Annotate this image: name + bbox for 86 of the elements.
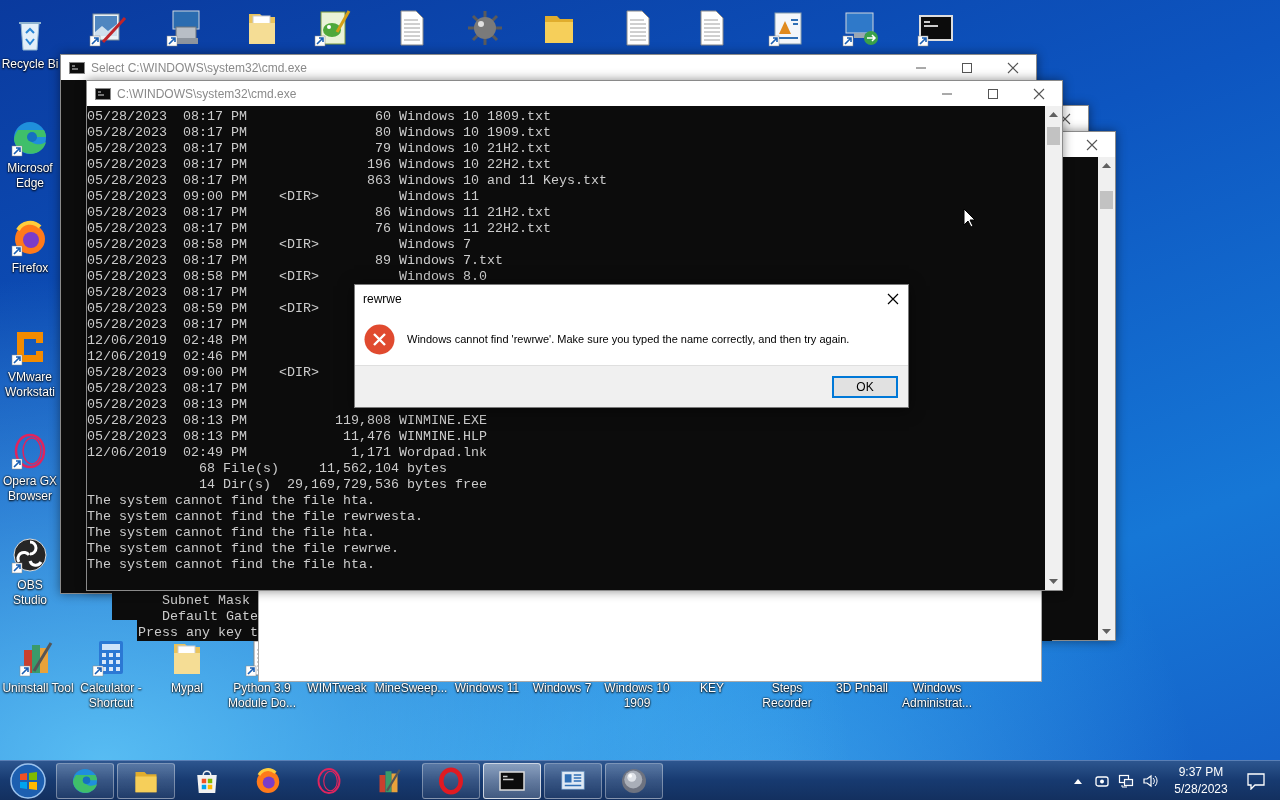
console-line: 05/28/2023 08:17 PM 89 Windows 7.txt [87,253,503,269]
icon-label[interactable]: 3D Pnball [836,681,888,696]
icon-label[interactable]: Calculator - Shortcut [73,681,149,711]
close-icon[interactable] [887,293,899,305]
console-line: 05/28/2023 08:17 PM 60 Windows 10 1809.txt [87,109,551,125]
opera-icon [436,765,466,796]
icon-label[interactable]: Mypal [171,681,203,696]
icon-label[interactable]: Windows 11 [454,681,520,696]
taskbar-button[interactable] [483,762,541,799]
console-line: 12/06/2019 02:49 PM 1,171 Wordpad.lnk [87,445,487,461]
console-line: 05/28/2023 08:58 PM <DIR> Windows 8.0 [87,269,487,285]
scroll-up-arrow-icon[interactable] [1049,111,1058,117]
maximize-icon[interactable] [961,61,973,74]
console-line: 05/28/2023 08:17 PM 76 Windows 11 22H2.txt [87,221,551,237]
icon-label[interactable]: Opera GX Browser [0,474,60,504]
scroll-up-arrow-icon[interactable] [1102,162,1111,168]
console-line: 05/28/2023 08:13 PM [87,397,247,413]
taskbar-button[interactable] [544,762,602,799]
maximize-icon[interactable] [987,87,999,100]
icon-label[interactable]: WIMTweak [307,681,367,696]
ok-button[interactable]: OK [832,375,898,398]
console-line: 05/28/2023 08:17 PM 79 Windows 10 21H2.txt [87,141,551,157]
console-line: The system cannot find the file rewrwesta. [87,509,423,525]
icon-label[interactable]: Python 3.9 Module Do... [224,681,300,711]
console-line: 05/28/2023 08:17 PM [87,285,247,301]
icon-label[interactable]: Microsof Edge [0,161,60,191]
console-icon [95,87,111,100]
console-line: 05/28/2023 08:17 PM 863 Windows 10 and 11 Keys.txt [87,173,607,189]
taskbar-button[interactable] [117,762,175,799]
console-line: 05/28/2023 08:17 PM 86 Windows 11 21H2.txt [87,205,551,221]
mouse-pointer-icon [963,208,976,228]
icon-label[interactable]: OBS Studio [0,578,60,608]
window-title: C:\WINDOWS\system32\cmd.exe [117,86,298,101]
console-line: The system cannot find the file rewrwe. [87,541,399,557]
console-line: 05/28/2023 08:17 PM [87,381,247,397]
close-icon[interactable] [1007,61,1019,74]
console-icon [69,61,85,74]
console-line: 05/28/2023 08:13 PM 119,808 WINMINE.EXE [87,413,487,429]
console-line: Press any key t [138,625,258,641]
console-line: The system cannot find the file hta. [87,557,375,573]
obs-icon[interactable] [10,535,50,575]
scrollbar-thumb[interactable] [1047,127,1060,145]
icon-label[interactable]: Windows Administrat... [899,681,975,711]
console-line: 14 Dir(s) 29,169,729,536 bytes free [197,477,487,493]
volume-icon[interactable] [1142,772,1158,789]
icon-label[interactable]: Firefox [11,261,49,276]
close-icon[interactable] [1033,87,1045,100]
console-line: 05/28/2023 09:00 PM <DIR> Windows 11 [87,189,479,205]
console-line: 05/28/2023 08:58 PM <DIR> Windows 7 [87,237,471,253]
icon-label[interactable]: Steps Recorder [749,681,825,711]
console-line: 05/28/2023 09:00 PM <DIR> [87,365,319,381]
dialog-title: rewrwe [363,292,403,306]
console-line: 05/28/2023 08:17 PM 80 Windows 10 1909.txt [87,125,551,141]
icon-label[interactable]: VMware Workstati [0,370,60,400]
console-line: 05/28/2023 08:17 PM 196 Windows 10 22H2.txt [87,157,551,173]
icon-label[interactable]: Windows 10 1909 [599,681,675,711]
icon-label[interactable]: Recycle Bi [1,57,59,72]
console-line: 68 File(s) 11,562,104 bytes [197,461,447,477]
notepad-icon[interactable] [313,8,353,48]
icon-label[interactable]: Windows 7 [532,681,592,696]
start-button[interactable] [7,761,49,800]
mine-icon[interactable] [465,8,505,48]
console-line: 05/28/2023 08:17 PM [87,317,247,333]
console-line: The system cannot find the file hta. [87,525,375,541]
console-line: 05/28/2023 08:59 PM <DIR> [87,301,319,317]
console-line: Default Gate [161,609,258,625]
console-line: Subnet Mask [161,593,250,609]
console-line: 12/06/2019 02:46 PM [87,349,247,365]
scroll-down-arrow-icon[interactable] [1049,579,1058,585]
clock-date[interactable]: 5/28/2023 [1174,780,1228,798]
icon-label[interactable]: Uninstall Tool [2,681,74,696]
scrollbar-thumb[interactable] [1100,191,1113,209]
console-line: The system cannot find the file hta. [87,493,375,509]
notification-icon[interactable] [1246,771,1266,790]
error-icon [364,323,395,355]
window-title: Select C:\WINDOWS\system32\cmd.exe [91,60,309,75]
icon-label[interactable]: MineSweep... [374,681,448,696]
scroll-down-arrow-icon[interactable] [1102,629,1111,635]
icon-label[interactable]: KEY [700,681,724,696]
network-icon[interactable] [1118,772,1134,789]
clock-time[interactable]: 9:37 PM [1178,763,1224,781]
console-line: 05/28/2023 08:13 PM 11,476 WINMINE.HLP [87,429,487,445]
error-message: Windows cannot find 'rewrwe'. Make sure you typed the name correctly, and then try again. [407,333,850,345]
close-icon[interactable] [1086,138,1098,151]
console-line: 12/06/2019 02:48 PM [87,333,247,349]
taskbar-button[interactable] [605,762,663,799]
